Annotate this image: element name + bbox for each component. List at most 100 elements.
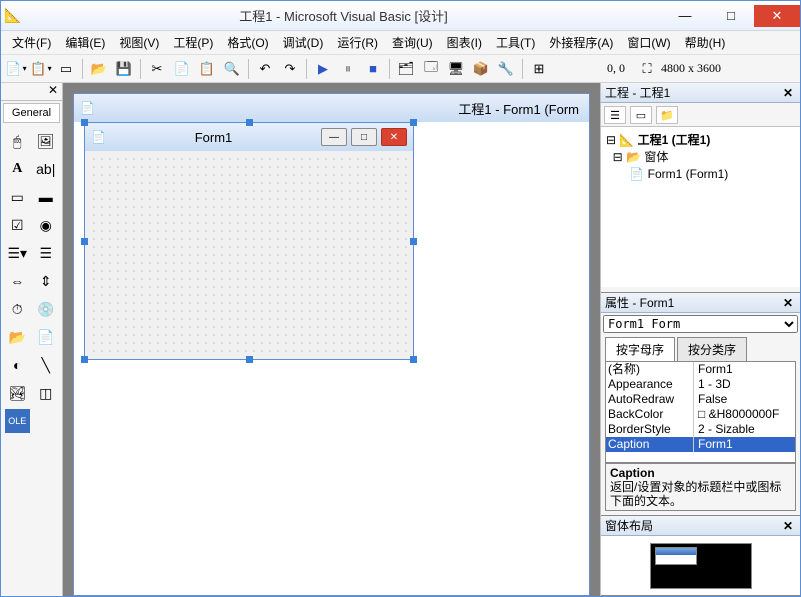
screen-preview bbox=[650, 543, 752, 589]
resize-handle-sw[interactable] bbox=[81, 356, 88, 363]
line-icon[interactable]: ╲ bbox=[34, 353, 59, 377]
dirlistbox-icon[interactable]: 📂 bbox=[5, 325, 30, 349]
data-view-icon[interactable]: ⊞ bbox=[528, 58, 550, 80]
project-explorer-panel: 工程 - 工程1 ✕ ☰ ▭ 📁 ⊟ 📐 工程1 (工程1) ⊟ 📂 窗体 📄 … bbox=[601, 83, 800, 293]
label-icon[interactable]: A bbox=[5, 157, 30, 181]
view-code-icon[interactable]: ☰ bbox=[604, 106, 626, 124]
view-object-icon[interactable]: ▭ bbox=[630, 106, 652, 124]
form1-close-button[interactable]: ✕ bbox=[381, 128, 407, 146]
object-browser-icon[interactable]: 📦 bbox=[470, 58, 492, 80]
undo-icon[interactable]: ↶ bbox=[254, 58, 276, 80]
project-tree[interactable]: ⊟ 📐 工程1 (工程1) ⊟ 📂 窗体 📄 Form1 (Form1) bbox=[601, 127, 800, 287]
menu-edit[interactable]: 编辑(E) bbox=[58, 31, 112, 54]
find-icon[interactable]: 🔍 bbox=[221, 58, 243, 80]
form1-maximize-button[interactable]: □ bbox=[351, 128, 377, 146]
menu-tools[interactable]: 工具(T) bbox=[489, 31, 542, 54]
project-explorer-icon[interactable]: 🗂 bbox=[395, 58, 417, 80]
menu-format[interactable]: 格式(O) bbox=[220, 31, 275, 54]
optionbutton-icon[interactable]: ◉ bbox=[34, 213, 59, 237]
form1-client-area[interactable] bbox=[88, 153, 410, 356]
menu-file[interactable]: 文件(F) bbox=[5, 31, 58, 54]
timer-icon[interactable]: ⏱ bbox=[5, 297, 30, 321]
menu-help[interactable]: 帮助(H) bbox=[678, 31, 733, 54]
form1-window[interactable]: 📄 Form1 — □ ✕ bbox=[84, 122, 414, 360]
save-icon[interactable]: 💾 bbox=[113, 58, 135, 80]
project-explorer-close-icon[interactable]: ✕ bbox=[780, 86, 796, 100]
vscrollbar-icon[interactable]: ⇕ bbox=[34, 269, 59, 293]
frame-icon[interactable]: ▭ bbox=[5, 185, 30, 209]
form-preview[interactable] bbox=[655, 547, 697, 565]
maximize-button[interactable]: □ bbox=[708, 5, 754, 27]
tab-alpha-sort[interactable]: 按字母序 bbox=[605, 337, 675, 361]
resize-handle-w[interactable] bbox=[81, 238, 88, 245]
commandbutton-icon[interactable]: ▬ bbox=[34, 185, 59, 209]
titlebar: 📐 工程1 - Microsoft Visual Basic [设计] — □ … bbox=[1, 1, 800, 31]
start-icon[interactable]: ▶ bbox=[312, 58, 334, 80]
cut-icon[interactable]: ✂ bbox=[146, 58, 168, 80]
menu-project[interactable]: 工程(P) bbox=[166, 31, 220, 54]
pointer-icon[interactable]: 🖱 bbox=[5, 129, 30, 153]
resize-handle-s[interactable] bbox=[246, 356, 253, 363]
form-layout-panel: 窗体布局 ✕ bbox=[601, 516, 800, 596]
textbox-icon[interactable]: ab| bbox=[34, 157, 59, 181]
minimize-button[interactable]: — bbox=[662, 5, 708, 27]
break-icon[interactable]: ⏸ bbox=[337, 58, 359, 80]
resize-handle-nw[interactable] bbox=[81, 119, 88, 126]
mdi-child-window: 📄 工程1 - Form1 (Form 📄 Form1 — □ ✕ bbox=[73, 93, 590, 596]
image-icon[interactable]: 🏞 bbox=[5, 381, 30, 405]
open-icon[interactable]: 📂 bbox=[88, 58, 110, 80]
hscrollbar-icon[interactable]: ⇔ bbox=[5, 269, 30, 293]
picturebox-icon[interactable]: 🖼 bbox=[34, 129, 59, 153]
filelistbox-icon[interactable]: 📄 bbox=[34, 325, 59, 349]
properties-close-icon[interactable]: ✕ bbox=[780, 296, 796, 310]
menu-addins[interactable]: 外接程序(A) bbox=[542, 31, 620, 54]
paste-icon[interactable]: 📋 bbox=[196, 58, 218, 80]
drivelistbox-icon[interactable]: 💿 bbox=[34, 297, 59, 321]
end-icon[interactable]: ■ bbox=[362, 58, 384, 80]
menu-query[interactable]: 查询(U) bbox=[385, 31, 440, 54]
add-project-icon[interactable]: 📄 bbox=[5, 58, 27, 80]
form-layout-title: 窗体布局 bbox=[605, 517, 780, 534]
app-icon: 📐 bbox=[1, 7, 25, 24]
form1-caption: Form1 bbox=[106, 130, 321, 145]
resize-handle-ne[interactable] bbox=[410, 119, 417, 126]
shape-icon[interactable]: ◐ bbox=[5, 353, 30, 377]
form-layout-close-icon[interactable]: ✕ bbox=[780, 519, 796, 533]
form-layout-preview[interactable] bbox=[601, 536, 800, 595]
listbox-icon[interactable]: ☰ bbox=[34, 241, 59, 265]
menu-diagram[interactable]: 图表(I) bbox=[440, 31, 489, 54]
toggle-folders-icon[interactable]: 📁 bbox=[656, 106, 678, 124]
add-item-icon[interactable]: 📋 bbox=[30, 58, 52, 80]
menu-debug[interactable]: 调试(D) bbox=[276, 31, 331, 54]
toolbox-tab-general[interactable]: General bbox=[3, 103, 60, 123]
form-designer[interactable]: 📄 Form1 — □ ✕ bbox=[74, 122, 589, 595]
menu-run[interactable]: 运行(R) bbox=[330, 31, 385, 54]
menu-window[interactable]: 窗口(W) bbox=[620, 31, 677, 54]
resize-handle-e[interactable] bbox=[410, 238, 417, 245]
checkbox-icon[interactable]: ☑ bbox=[5, 213, 30, 237]
resize-handle-n[interactable] bbox=[246, 119, 253, 126]
toolbox-icon[interactable]: 🔧 bbox=[495, 58, 517, 80]
toolbox-close-icon[interactable]: ✕ bbox=[44, 83, 62, 100]
right-panels: 工程 - 工程1 ✕ ☰ ▭ 📁 ⊟ 📐 工程1 (工程1) ⊟ 📂 窗体 📄 … bbox=[600, 83, 800, 596]
form1-minimize-button[interactable]: — bbox=[321, 128, 347, 146]
menu-view[interactable]: 视图(V) bbox=[112, 31, 166, 54]
resize-handle-se[interactable] bbox=[410, 356, 417, 363]
copy-icon[interactable]: 📄 bbox=[171, 58, 193, 80]
tab-category-sort[interactable]: 按分类序 bbox=[677, 337, 747, 361]
object-selector[interactable]: Form1 Form bbox=[603, 315, 798, 333]
mdi-child-icon: 📄 bbox=[80, 101, 95, 115]
menu-editor-icon[interactable]: ▭ bbox=[55, 58, 77, 80]
property-row-selected: CaptionForm1 bbox=[606, 437, 795, 452]
toolbox-panel: ✕ General 🖱 🖼 A ab| ▭ ▬ ☑ ◉ ☰▾ ☰ ⇔ ⇕ ⏱ 💿… bbox=[1, 83, 63, 596]
form-layout-icon[interactable]: 🖥 bbox=[445, 58, 467, 80]
ole-icon[interactable]: OLE bbox=[5, 409, 30, 433]
design-area: 📄 工程1 - Form1 (Form 📄 Form1 — □ ✕ bbox=[63, 83, 600, 596]
properties-icon[interactable]: 🗔 bbox=[420, 58, 442, 80]
property-grid[interactable]: (名称)Form1 Appearance1 - 3D AutoRedrawFal… bbox=[605, 361, 796, 463]
data-icon[interactable]: ◫ bbox=[34, 381, 59, 405]
close-button[interactable]: ✕ bbox=[754, 5, 800, 27]
redo-icon[interactable]: ↷ bbox=[279, 58, 301, 80]
combobox-icon[interactable]: ☰▾ bbox=[5, 241, 30, 265]
coords-display: 0, 0 bbox=[553, 61, 633, 76]
